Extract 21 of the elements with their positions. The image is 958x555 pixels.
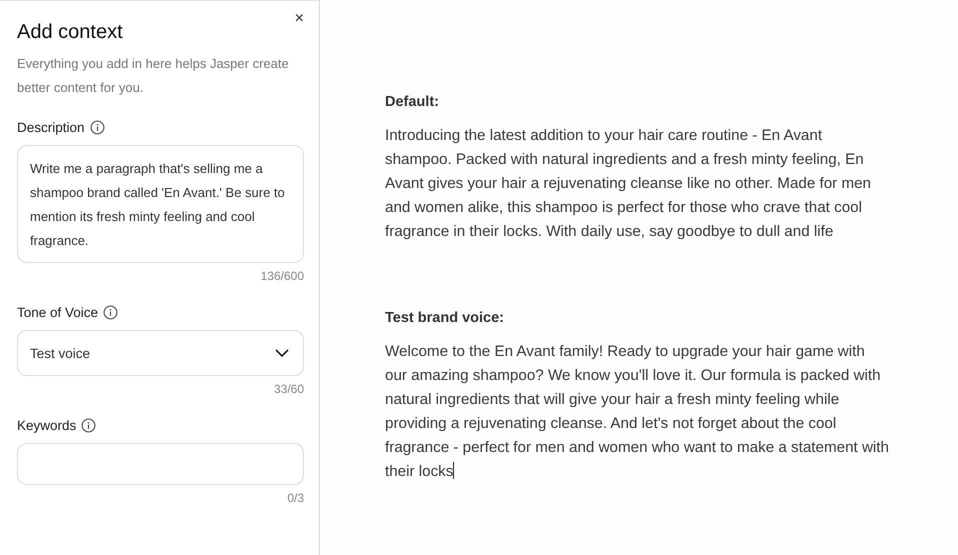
field-label: Keywords (17, 418, 76, 433)
info-icon (90, 120, 105, 135)
info-icon (81, 418, 96, 433)
output-text: Introducing the latest addition to your hair care routine - En Avant shampoo. Packed with natural ingredients and a fresh minty feeling, En Avant gives your hair a rejuvenating cleanse like no other. Made for men and women alike, this shampoo is perfect for those who crave that cool fragrance in their locks. With daily use, say goodbye to dull and life (385, 126, 872, 242)
info-icon (103, 305, 118, 320)
panel-title: Add context (17, 21, 123, 44)
character-count: 0/3 (287, 491, 304, 505)
description-field[interactable]: Write me a paragraph that's selling me a shampoo brand called 'En Avant.' Be sure to mention its fresh minty feeling and cool fragrance. (17, 145, 304, 263)
text-cursor (453, 462, 454, 479)
tone-select[interactable]: Test voice (17, 330, 304, 376)
output-text: Welcome to the En Avant family! Ready to upgrade your hair game with our amazing shampoo? We know you'll love it. Our formula is packed with natural ingredients that will give your hair a fresh minty feeling while providing a rejuvenating cleanse. And let's not forget about the cool fragrance - perfect for men and women who want to make a statement with their locks (385, 342, 890, 482)
field-label: Tone of Voice (17, 305, 98, 320)
output-heading: Test brand voice: (385, 310, 505, 326)
character-count: 33/60 (274, 382, 304, 396)
output-heading: Default: (385, 94, 440, 110)
close-button[interactable]: × (294, 11, 304, 27)
chevron-icon (275, 349, 289, 357)
character-count: 136/600 (260, 269, 304, 283)
field-label: Description (17, 120, 85, 135)
keywords-field[interactable] (17, 443, 304, 485)
panel-subtitle: Everything you add in here helps Jasper create better content for you. (17, 55, 290, 97)
